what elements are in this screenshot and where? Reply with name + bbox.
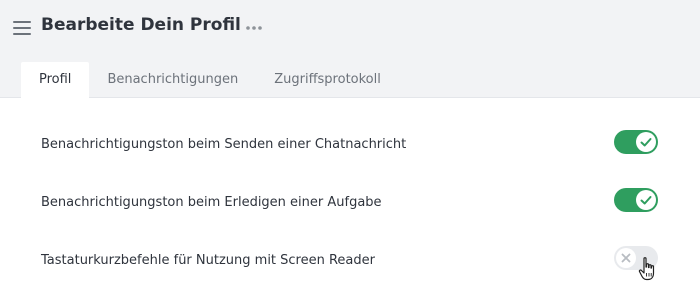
setting-label: Benachrichtigungston beim Erledigen eine… bbox=[41, 195, 382, 210]
check-icon bbox=[640, 196, 652, 205]
setting-row-chat-sound: Benachrichtigungston beim Senden einer C… bbox=[0, 126, 700, 166]
setting-label: Benachrichtigungston beim Senden einer C… bbox=[41, 137, 407, 152]
page-title: Bearbeite Dein Profil bbox=[41, 15, 241, 35]
toggle-knob bbox=[636, 132, 656, 152]
toggle-knob bbox=[636, 190, 656, 210]
setting-row-screen-reader: Tastaturkurzbefehle für Nutzung mit Scre… bbox=[0, 242, 700, 282]
tab-zugriffsprotokoll[interactable]: Zugriffsprotokoll bbox=[256, 62, 399, 98]
toggle-knob bbox=[616, 248, 636, 268]
tab-benachrichtigungen[interactable]: Benachrichtigungen bbox=[89, 62, 256, 98]
tab-profil[interactable]: Profil bbox=[21, 62, 90, 98]
page-header: Bearbeite Dein Profil Profil Benachricht… bbox=[0, 0, 700, 98]
hamburger-menu-icon[interactable] bbox=[13, 19, 31, 37]
chat-sound-toggle[interactable] bbox=[614, 130, 658, 154]
task-sound-toggle[interactable] bbox=[614, 188, 658, 212]
tab-bar: Profil Benachrichtigungen Zugriffsprotok… bbox=[21, 62, 399, 98]
check-icon bbox=[640, 138, 652, 147]
x-icon bbox=[621, 253, 631, 263]
setting-row-task-sound: Benachrichtigungston beim Erledigen eine… bbox=[0, 184, 700, 224]
kebab-horizontal-icon[interactable] bbox=[245, 20, 263, 36]
setting-label: Tastaturkurzbefehle für Nutzung mit Scre… bbox=[41, 253, 375, 268]
screen-reader-toggle[interactable] bbox=[614, 246, 658, 270]
